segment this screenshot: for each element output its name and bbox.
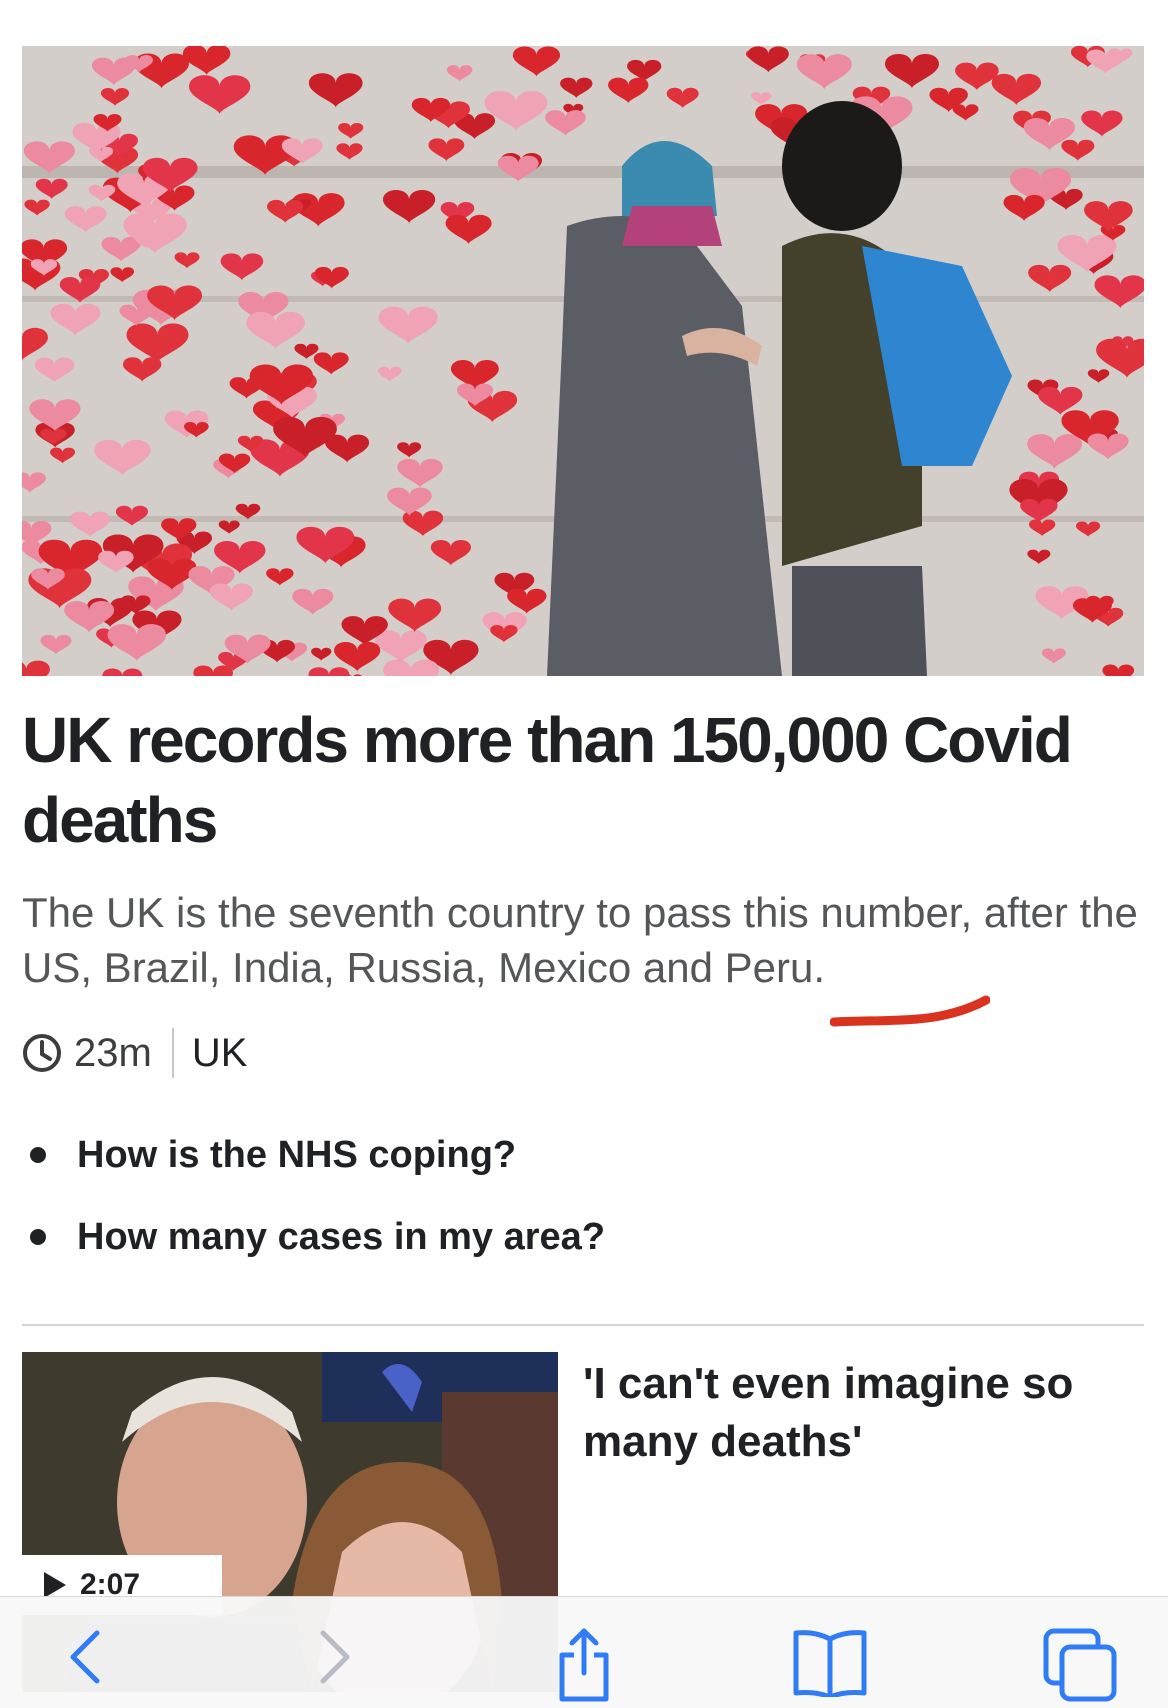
tabs-icon — [1043, 1628, 1117, 1702]
hero-image[interactable] — [22, 46, 1144, 676]
bookmarks-icon — [793, 1630, 867, 1697]
tabs-button[interactable] — [1040, 1627, 1120, 1702]
meta-divider — [171, 1028, 174, 1078]
section-tag[interactable]: UK — [192, 1031, 248, 1076]
play-icon — [44, 1572, 66, 1598]
clock-icon — [23, 1034, 61, 1072]
article-summary: The UK is the seventh country to pass th… — [22, 889, 1138, 991]
red-underline-annotation — [830, 995, 990, 1027]
section-divider — [22, 1324, 1144, 1326]
bookmarks-button[interactable] — [790, 1627, 870, 1697]
forward-icon — [320, 1630, 350, 1684]
back-button[interactable] — [45, 1627, 125, 1697]
share-button[interactable] — [544, 1627, 624, 1702]
related-links: How is the NHS coping? How many cases in… — [22, 1130, 605, 1294]
headline[interactable]: UK records more than 150,000 Covid death… — [22, 700, 1132, 860]
next-story-title[interactable]: 'I can't even imagine so many deaths' — [583, 1355, 1143, 1471]
related-link[interactable]: How many cases in my area? — [22, 1212, 605, 1262]
related-link[interactable]: How is the NHS coping? — [22, 1130, 605, 1180]
forward-button[interactable] — [295, 1627, 375, 1697]
share-icon — [559, 1628, 609, 1702]
back-icon — [70, 1630, 100, 1684]
browser-toolbar — [0, 1596, 1168, 1708]
timestamp: 23m — [74, 1030, 152, 1075]
article-meta: 23m UK — [22, 1028, 247, 1078]
heart-wall-photo — [22, 46, 1144, 676]
